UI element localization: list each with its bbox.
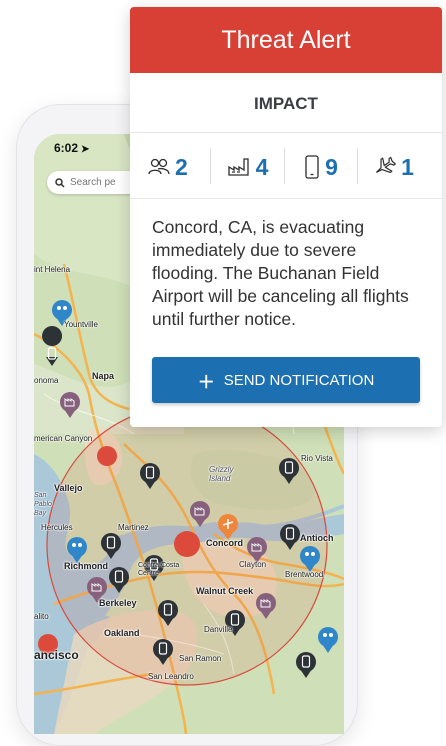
stat-people-value: 2 [175, 153, 188, 180]
stat-phones: 9 [285, 148, 357, 186]
place-label: alito [34, 612, 49, 621]
airplane-icon [376, 156, 396, 174]
place-label: Antioch [300, 533, 334, 543]
location-arrow-icon: ➤ [81, 144, 90, 155]
place-label: int Helena [34, 265, 71, 274]
status-time-text: 6:02 [54, 141, 79, 155]
place-label: Hercules [41, 523, 73, 532]
impact-stats: 2 4 9 1 [148, 148, 438, 188]
place-label: Concord [206, 538, 243, 548]
place-label: San Pablo Bay [34, 492, 52, 517]
search-icon [55, 177, 65, 188]
divider [130, 198, 442, 199]
threat-marker-vallejo[interactable] [97, 446, 117, 466]
place-label: Yountville [64, 320, 98, 329]
place-label: Walnut Creek [196, 586, 254, 596]
stat-airplanes-value: 1 [401, 153, 414, 180]
place-label: merican Canyon [34, 434, 93, 443]
plus-icon: ＋ [197, 372, 215, 392]
stat-people: 2 [148, 148, 210, 186]
place-label: Contra Costa Centre [138, 562, 180, 577]
impact-heading: IMPACT [254, 94, 318, 113]
stat-factories-value: 4 [255, 153, 269, 180]
place-label: Brentwood [285, 570, 324, 579]
place-label: Richmond [64, 561, 108, 571]
divider [130, 132, 442, 133]
place-label: Martinez [118, 523, 149, 532]
place-label: onoma [34, 376, 59, 385]
stat-phones-value: 9 [325, 153, 338, 180]
place-label: Berkeley [99, 598, 137, 608]
stat-factories: 4 [211, 148, 284, 186]
place-label: Oakland [104, 628, 140, 638]
threat-center-marker[interactable] [174, 531, 200, 557]
place-label: Grizzly Island [209, 465, 234, 483]
send-notification-button[interactable]: ＋ SEND NOTIFICATION [152, 357, 420, 403]
place-label: Clayton [239, 560, 267, 569]
place-label: San Ramon [179, 654, 222, 663]
place-label: ancisco [34, 648, 79, 662]
place-label: Napa [92, 371, 115, 381]
factory-icon [227, 158, 249, 176]
place-label: Danville [204, 625, 233, 634]
send-notification-label: SEND NOTIFICATION [223, 371, 375, 389]
stat-airplanes: 1 [358, 148, 428, 186]
alert-message: Concord, CA, is evacuating immediately d… [152, 217, 409, 329]
alert-title: Threat Alert [130, 7, 442, 73]
status-time: 6:02 ➤ [54, 141, 89, 155]
place-label: San Leandro [148, 672, 194, 681]
phone-icon [305, 155, 319, 179]
threat-alert-card: Threat Alert IMPACT 2 4 9 1 Concord, CA,… [130, 7, 442, 427]
place-label: Rio Vista [301, 454, 333, 463]
people-icon [148, 158, 170, 175]
